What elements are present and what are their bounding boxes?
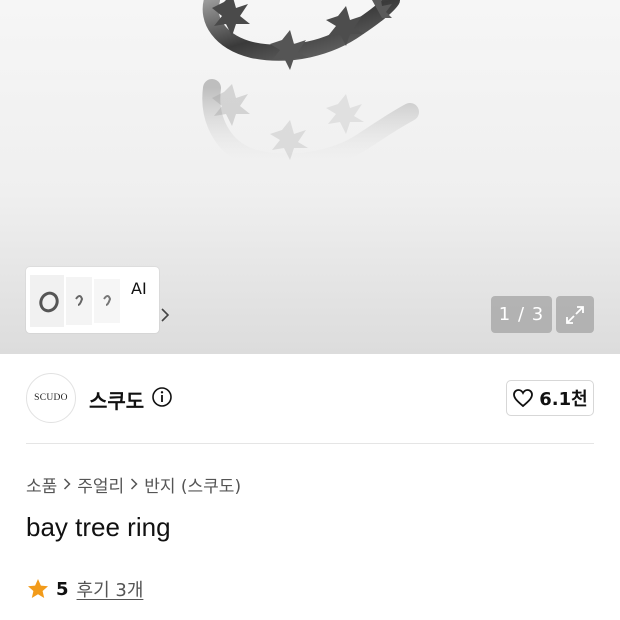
image-counter: 1 / 3 — [491, 296, 552, 333]
ai-label: AI — [131, 279, 147, 298]
breadcrumb: 소품 주얼리 반지 (스쿠도) — [26, 472, 241, 497]
brand-logo-text: SCUDO — [34, 393, 68, 403]
chevron-right-icon — [63, 477, 71, 491]
chevron-right-icon — [161, 308, 170, 322]
expand-icon — [566, 305, 584, 324]
product-title: bay tree ring — [26, 512, 171, 542]
reviews-link[interactable]: 후기 3개 — [77, 576, 144, 602]
star-icon — [28, 579, 48, 598]
info-icon[interactable] — [151, 386, 173, 408]
like-count: 6.1천 — [539, 389, 588, 410]
breadcrumb-item[interactable]: 소품 — [26, 472, 57, 497]
fullscreen-button[interactable] — [556, 296, 594, 333]
brand-logo[interactable]: SCUDO — [26, 373, 76, 423]
ai-similar-items-button[interactable]: AI — [26, 267, 170, 333]
breadcrumb-item[interactable]: 반지 (스쿠도) — [144, 472, 241, 497]
breadcrumb-item[interactable]: 주얼리 — [77, 472, 124, 497]
rating-row: 5 후기 3개 — [26, 576, 143, 602]
like-button[interactable]: 6.1천 — [506, 380, 594, 416]
chevron-right-icon — [130, 477, 138, 491]
rating-score: 5 — [56, 578, 69, 600]
brand-name[interactable]: 스쿠도 — [89, 385, 144, 414]
product-image-gallery[interactable]: AI 1 / 3 — [0, 0, 620, 354]
divider — [26, 443, 594, 444]
brand-row: SCUDO 스쿠도 6.1천 — [26, 373, 594, 423]
heart-icon — [513, 389, 534, 408]
ai-thumbnails — [30, 275, 120, 327]
